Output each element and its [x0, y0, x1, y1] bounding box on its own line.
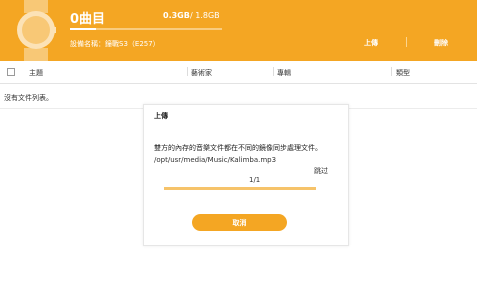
storage-bar — [70, 28, 222, 30]
cancel-button[interactable]: 取消 — [192, 214, 287, 231]
column-artist[interactable]: 藝術家 — [191, 68, 212, 78]
upload-button[interactable]: 上傳 — [364, 38, 378, 48]
upload-progress-fill — [164, 187, 316, 190]
column-divider — [391, 67, 392, 76]
column-album[interactable]: 專輯 — [277, 68, 291, 78]
skip-button[interactable]: 跳过 — [314, 166, 328, 176]
smartwatch-icon — [17, 0, 56, 61]
column-divider — [187, 67, 188, 76]
device-header: 0曲目 0.3GB / 1.8GB 設備名稱：鐘戰S3（E257） 上傳 刪除 — [0, 0, 477, 61]
empty-list-message: 沒有文件列表。 — [4, 94, 53, 102]
header-divider — [406, 37, 407, 47]
delete-button[interactable]: 刪除 — [434, 38, 448, 48]
storage-used: 0.3GB — [163, 11, 190, 20]
upload-dialog: 上傳 雙方的內存的音樂文件都在不同的鏡像同步處理文件。 /opt/usr/med… — [143, 104, 349, 246]
column-genre[interactable]: 類型 — [396, 68, 410, 78]
storage-bar-fill — [70, 28, 96, 30]
upload-progress-bar — [164, 187, 316, 190]
dialog-title: 上傳 — [154, 112, 168, 120]
file-path: /opt/usr/media/Music/Kalimba.mp3 — [154, 156, 277, 164]
device-name: 設備名稱：鐘戰S3（E257） — [70, 40, 160, 48]
progress-count: 1/1 — [249, 176, 261, 184]
column-divider — [273, 67, 274, 76]
column-title[interactable]: 主題 — [29, 68, 43, 78]
select-all-checkbox[interactable] — [7, 68, 15, 76]
storage-total: / 1.8GB — [190, 11, 220, 20]
track-count: 0曲目 — [70, 12, 106, 27]
dialog-message: 雙方的內存的音樂文件都在不同的鏡像同步處理文件。 — [154, 144, 322, 152]
